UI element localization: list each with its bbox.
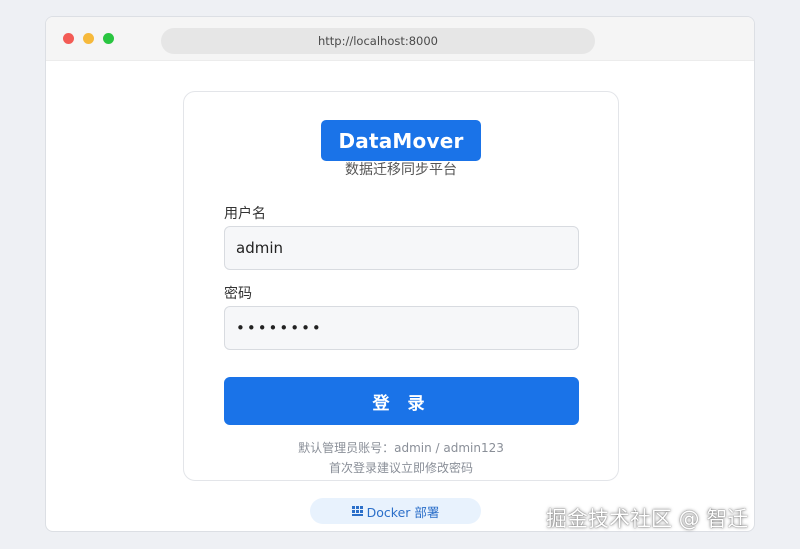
password-input[interactable]: •••••••• xyxy=(224,306,579,350)
docker-deploy-link[interactable]: Docker 部署 xyxy=(310,498,481,524)
browser-window: http://localhost:8000 DataMover 数据迁移同步平台… xyxy=(45,16,755,532)
change-password-hint: 首次登录建议立即修改密码 xyxy=(328,461,473,475)
docker-icon xyxy=(351,506,363,516)
login-card: DataMover 数据迁移同步平台 用户名 admin 密码 ••••••••… xyxy=(183,91,619,481)
maximize-window-button[interactable] xyxy=(103,33,114,44)
login-button[interactable]: 登 录 xyxy=(224,377,579,425)
minimize-window-button[interactable] xyxy=(83,33,94,44)
docker-deploy-label: Docker 部署 xyxy=(366,504,440,520)
browser-titlebar: http://localhost:8000 xyxy=(46,17,754,61)
password-label: 密码 xyxy=(224,286,252,302)
username-label: 用户名 xyxy=(224,206,266,222)
page-subtitle: 数据迁移同步平台 xyxy=(345,162,457,178)
close-window-button[interactable] xyxy=(63,33,74,44)
address-bar[interactable]: http://localhost:8000 xyxy=(161,28,595,54)
username-input[interactable]: admin xyxy=(224,226,579,270)
default-account-hint: 默认管理员账号：admin / admin123 xyxy=(298,441,504,455)
watermark-text: 掘金技术社区 @ 智迁 xyxy=(546,507,749,531)
brand-logo: DataMover xyxy=(321,120,481,161)
